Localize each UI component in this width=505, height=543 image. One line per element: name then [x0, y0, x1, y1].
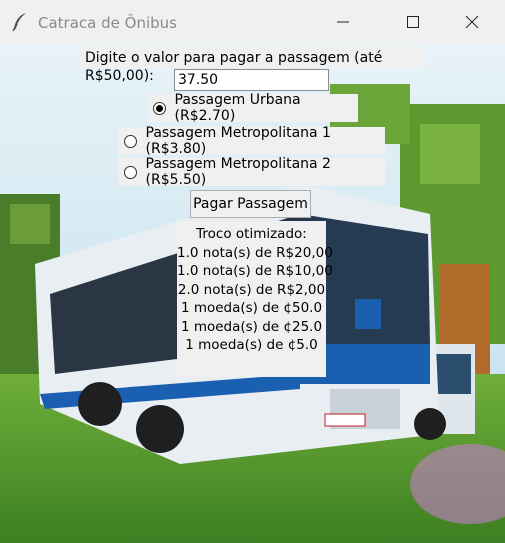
app-window: Catraca de Ônibus Digite o valor para pa…	[0, 0, 505, 543]
close-icon	[465, 15, 479, 29]
title-bar[interactable]: Catraca de Ônibus	[0, 0, 505, 44]
radio-metro-1-fare-label: Passagem Metropolitana 1 (R$3.80)	[145, 125, 331, 157]
change-line: 1.0 nota(s) de R$10,00	[177, 263, 333, 279]
change-line: 2.0 nota(s) de R$2,00	[177, 281, 326, 298]
close-button[interactable]	[449, 0, 495, 44]
minimize-icon	[337, 21, 349, 23]
amount-input[interactable]: 37.50	[174, 69, 329, 91]
change-line: 1 moeda(s) de ¢50.0	[180, 300, 323, 316]
radio-urban-fare-label: Passagem Urbana (R$2.70)	[174, 92, 301, 124]
radio-unselected-indicator[interactable]	[124, 134, 137, 148]
change-line: 1 moeda(s) de ¢25.0	[180, 318, 323, 335]
maximize-icon	[407, 16, 419, 28]
maximize-button[interactable]	[390, 0, 436, 44]
window-title: Catraca de Ônibus	[38, 14, 177, 32]
feather-icon	[12, 13, 26, 32]
amount-prompt-label: Digite o valor para pagar a passagem (at…	[80, 46, 426, 84]
radio-unselected-indicator[interactable]	[124, 165, 137, 179]
radio-metro-1-fare[interactable]: Passagem Metropolitana 1 (R$3.80)	[118, 125, 385, 157]
minimize-button[interactable]	[320, 0, 366, 44]
radio-metro-2-fare-label: Passagem Metropolitana 2 (R$5.50)	[145, 156, 331, 188]
main-content: Digite o valor para pagar a passagem (at…	[0, 44, 505, 543]
change-result-panel: Troco otimizado: 1.0 nota(s) de R$20,00 …	[177, 221, 333, 377]
change-line: 1 moeda(s) de ¢5.0	[185, 337, 318, 353]
radio-selected-indicator[interactable]	[153, 101, 166, 115]
radio-urban-fare[interactable]: Passagem Urbana (R$2.70)	[147, 92, 358, 124]
radio-metro-2-fare[interactable]: Passagem Metropolitana 2 (R$5.50)	[118, 156, 385, 188]
change-line: 1.0 nota(s) de R$20,00	[177, 244, 333, 261]
change-heading: Troco otimizado:	[196, 226, 307, 242]
pay-fare-button[interactable]: Pagar Passagem	[190, 190, 311, 218]
